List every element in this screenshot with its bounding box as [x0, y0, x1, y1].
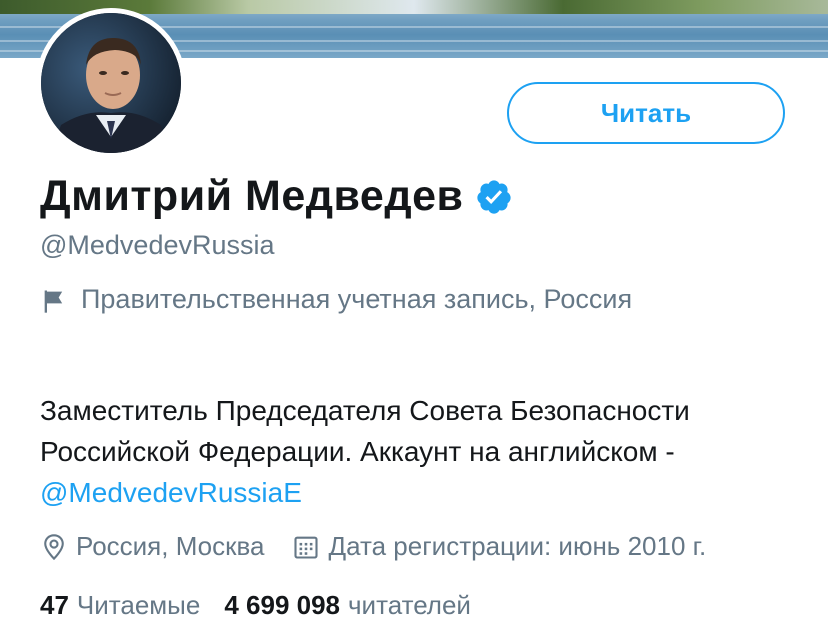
verified-badge-icon	[477, 179, 512, 214]
account-label-row: Правительственная учетная запись, Россия	[40, 281, 641, 318]
flag-icon	[44, 290, 63, 313]
profile-handle: @MedvedevRussia	[40, 230, 275, 260]
follow-button[interactable]: Читать	[507, 82, 785, 144]
profile-stats-row: 47 Читаемые 4 699 098 читателей	[40, 590, 495, 621]
bio-text: Заместитель Председателя Совета Безопасн…	[40, 395, 690, 467]
followers-label[interactable]: читателей	[348, 590, 471, 621]
profile-name-row: Дмитрий Медведев	[40, 172, 513, 221]
following-count[interactable]: 47	[40, 590, 69, 621]
profile-location: Россия, Москва	[76, 531, 265, 561]
profile-joined-date: Дата регистрации: июнь 2010 г.	[328, 531, 707, 561]
location-pin-icon	[44, 533, 64, 560]
calendar-icon	[294, 536, 319, 559]
profile-meta-row: Россия, Москва Дата регистрации: июнь 20…	[40, 531, 706, 562]
profile-bio: Заместитель Председателя Совета Безопасн…	[40, 390, 800, 513]
avatar[interactable]	[36, 8, 186, 158]
account-label-text: Правительственная учетная запись, Россия	[81, 284, 633, 314]
profile-name: Дмитрий Медведев	[40, 172, 464, 220]
bio-link[interactable]: @MedvedevRussiaE	[40, 477, 302, 508]
following-label[interactable]: Читаемые	[77, 590, 200, 621]
avatar-photo	[41, 13, 181, 153]
followers-count[interactable]: 4 699 098	[224, 590, 340, 621]
